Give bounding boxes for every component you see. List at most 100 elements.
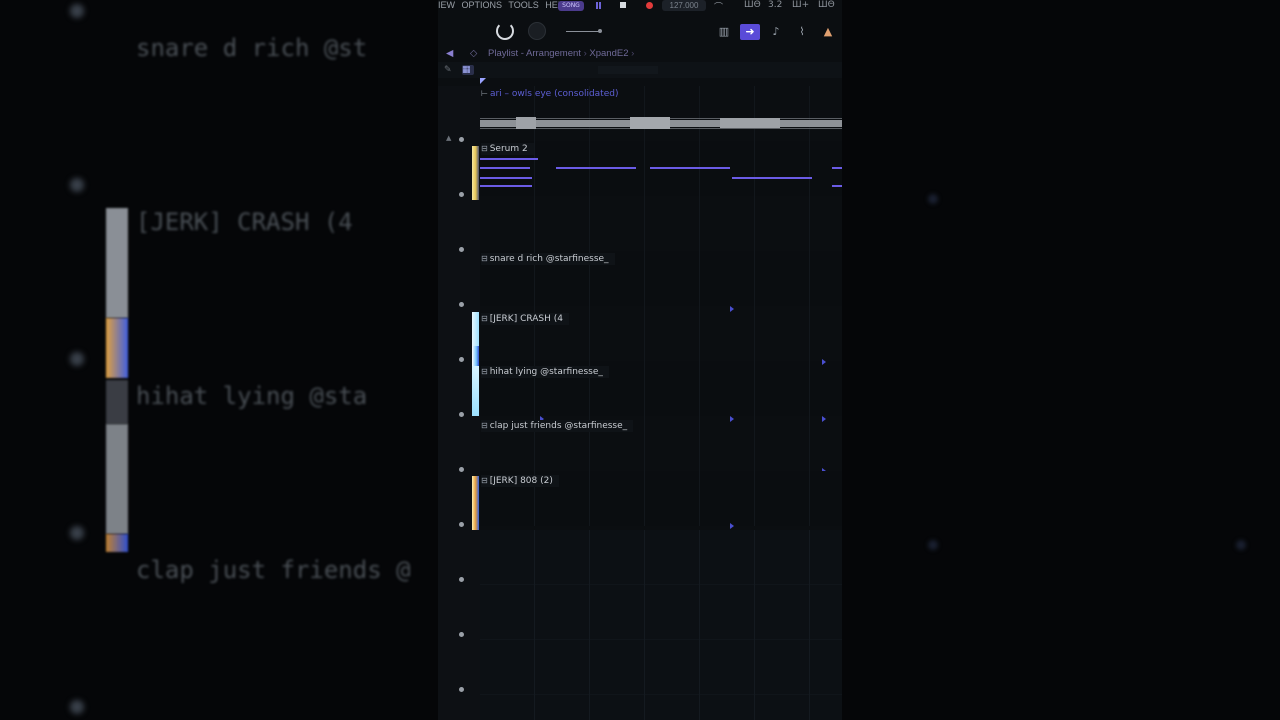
bg-strip (106, 318, 128, 378)
menu-tools[interactable]: TOOLS (508, 0, 538, 10)
arrow-right-icon[interactable]: ➜ (740, 24, 760, 40)
track-mute-dot[interactable] (459, 302, 464, 307)
bg-dot (928, 194, 938, 204)
track-mute-dot[interactable] (459, 247, 464, 252)
track-mute-dot[interactable] (459, 357, 464, 362)
playlist-toolbar: ✎ ▦ (438, 62, 842, 78)
playlist-track[interactable]: ⊟ snare d rich @starfinesse_ (480, 251, 842, 306)
clip-label-text: Serum 2 (489, 144, 528, 154)
audio-clip-icon: ⊟ (481, 421, 488, 430)
clip-label-text: snare d rich @starfinesse_ (489, 254, 609, 264)
midi-note[interactable] (832, 167, 842, 169)
playlist-track[interactable] (480, 196, 842, 251)
midi-note[interactable] (480, 185, 532, 187)
track-mute-dot[interactable] (459, 137, 464, 142)
clip-marker[interactable] (730, 306, 734, 312)
clip-marker[interactable] (730, 523, 734, 529)
clip-label[interactable]: ⊟ snare d rich @starfinesse_ (481, 253, 615, 265)
audio-clip-icon: ⊟ (481, 367, 488, 376)
bg-dot (70, 700, 84, 714)
empty-playlist-grid[interactable] (480, 530, 842, 720)
bg-dot (70, 526, 84, 540)
metronome-icon[interactable]: ⌒ (714, 0, 723, 13)
midi-note[interactable] (650, 167, 730, 169)
track-mute-dot[interactable] (459, 192, 464, 197)
pattern-song-toggle[interactable]: SONG (558, 1, 584, 11)
bg-label-crash: [JERK] CRASH (4 (136, 208, 353, 236)
clip-marker[interactable] (822, 359, 826, 365)
piano-roll-icon[interactable]: ▦ (462, 65, 474, 75)
clip-label-text: [JERK] CRASH (4 (489, 314, 563, 324)
playlist-track[interactable]: ⊟ hihat lying @starfinesse_ (480, 359, 842, 416)
stop-icon[interactable] (620, 2, 626, 8)
clip-label[interactable]: ⊟ [JERK] CRASH (4 (481, 313, 569, 325)
clip-label[interactable]: ⊟ clap just friends @starfinesse_ (481, 420, 634, 432)
scroll-up-icon[interactable]: ▲ (446, 134, 451, 142)
breadcrumb-separator: › (583, 48, 587, 59)
menu-options[interactable]: OPTIONS (462, 0, 503, 10)
midi-note[interactable] (480, 158, 538, 160)
clip-marker[interactable] (730, 416, 734, 422)
playhead-marker[interactable] (480, 78, 486, 84)
piano-icon[interactable]: ▥ (714, 24, 734, 40)
pause-icon[interactable] (596, 2, 601, 9)
pattern-icon: ⊟ (481, 144, 488, 153)
indicator-step[interactable]: Ш+ (792, 0, 809, 10)
audio-waveform (480, 117, 842, 129)
clip-label[interactable]: ⊢ ari – owls eye (consolidated) (481, 88, 624, 100)
bg-label-hihat: hihat lying @sta (136, 382, 368, 410)
audio-clip-icon: ⊟ (481, 254, 488, 263)
tempo-display[interactable]: 127.000 (662, 0, 706, 11)
level-strip (472, 312, 479, 346)
nav-back-icon[interactable]: ◇ (470, 46, 477, 62)
playlist-track[interactable]: ⊟ Serum 2 (480, 141, 842, 196)
tool-row: ▥ ➜ ♪ ⌇ ▲ (438, 16, 842, 46)
master-volume-knob[interactable] (496, 22, 514, 40)
triangle-left-icon[interactable]: ◀ (446, 46, 453, 62)
fl-studio-window: IEW OPTIONS TOOLS HELP SONG 127.000 ⌒ ШΘ… (438, 0, 842, 720)
clip-label[interactable]: ⊟ Serum 2 (481, 143, 534, 155)
track-mute-dot[interactable] (459, 412, 464, 417)
clip-label[interactable]: ⊟ [JERK] 808 (2) (481, 475, 559, 487)
clip-label[interactable]: ⊟ hihat lying @starfinesse_ (481, 366, 609, 378)
indicator-loop-2[interactable]: ШΘ (818, 0, 835, 10)
pattern-name[interactable]: XpandE2 (589, 48, 628, 59)
indicator-loop[interactable]: ШΘ (744, 0, 761, 10)
level-strip (472, 366, 479, 416)
slider-handle[interactable] (598, 29, 602, 33)
playlist-track[interactable]: ⊢ ari – owls eye (consolidated) (480, 86, 842, 141)
master-pitch-knob[interactable] (528, 22, 546, 40)
bg-dot (70, 4, 84, 18)
midi-note[interactable] (480, 177, 532, 179)
bg-dot (1236, 540, 1246, 550)
time-ruler[interactable] (598, 66, 658, 74)
clip-label-text: hihat lying @starfinesse_ (489, 367, 603, 377)
mixer-icon[interactable]: ♪ (766, 24, 786, 40)
midi-note[interactable] (480, 167, 530, 169)
midi-note[interactable] (832, 185, 842, 187)
playlist-track[interactable]: ⊟ [JERK] CRASH (4 (480, 306, 842, 361)
playlist-track[interactable]: ⊟ clap just friends @starfinesse_ (480, 416, 842, 474)
clip-marker[interactable] (822, 416, 826, 422)
bg-strip (106, 208, 128, 318)
midi-note[interactable] (732, 177, 812, 179)
track-mute-dot[interactable] (459, 687, 464, 692)
menu-view[interactable]: IEW (438, 0, 455, 10)
track-mute-dot[interactable] (459, 632, 464, 637)
slider-track[interactable] (566, 31, 600, 32)
playlist-area: ⊢ ari – owls eye (consolidated) ⊟ Serum 2 (480, 86, 842, 720)
link-icon[interactable]: ⌇ (792, 24, 812, 40)
track-mute-dot[interactable] (459, 467, 464, 472)
track-mute-dot[interactable] (459, 577, 464, 582)
clip-label-text: [JERK] 808 (2) (489, 476, 553, 486)
indicator-value[interactable]: 3.2 (768, 0, 782, 10)
pencil-icon[interactable]: ✎ (444, 65, 456, 75)
hat-icon[interactable]: ▲ (818, 24, 838, 40)
midi-note[interactable] (556, 167, 636, 169)
level-strip (472, 146, 479, 200)
bg-dot (928, 540, 938, 550)
track-mute-dot[interactable] (459, 522, 464, 527)
audio-clip-icon: ⊟ (481, 314, 488, 323)
playlist-track[interactable]: ⊟ [JERK] 808 (2) (480, 471, 842, 529)
record-icon[interactable] (646, 2, 653, 9)
